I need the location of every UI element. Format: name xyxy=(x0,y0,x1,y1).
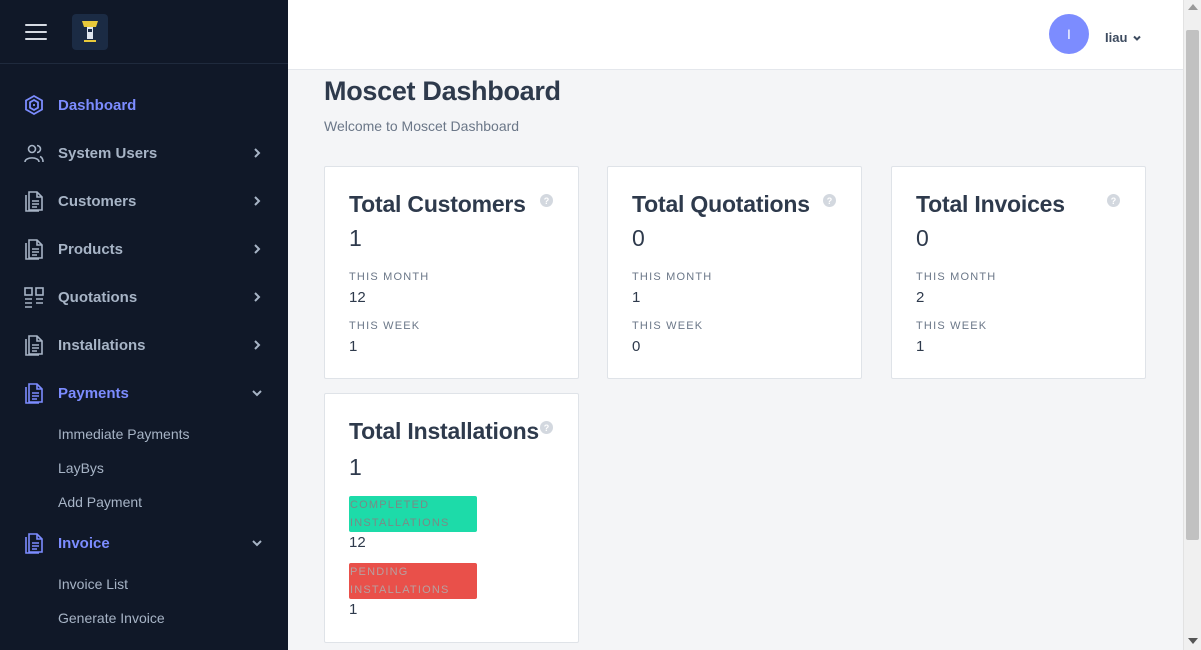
scroll-up-icon[interactable] xyxy=(1188,4,1198,10)
users-icon xyxy=(22,141,46,165)
sidebar-subitem-immediate-payments[interactable]: Immediate Payments xyxy=(0,417,288,451)
stat-card-quotations: Total Quotations ? 0 THIS MONTH 1 THIS W… xyxy=(607,166,862,379)
card-title: Total Invoices xyxy=(916,191,1065,217)
main-content: Moscet Dashboard Welcome to Moscet Dashb… xyxy=(288,70,1183,650)
help-icon[interactable]: ? xyxy=(540,194,553,207)
menu-toggle-icon[interactable] xyxy=(25,23,47,40)
card-value: 0 xyxy=(632,225,645,251)
pending-installations-badge: PENDING INSTALLATIONS xyxy=(349,563,477,599)
document-icon xyxy=(22,333,46,357)
sidebar-item-customers[interactable]: Customers xyxy=(0,177,288,225)
sidebar-item-quotations[interactable]: Quotations xyxy=(0,273,288,321)
sidebar-item-system-users[interactable]: System Users xyxy=(0,129,288,177)
username: Iiau xyxy=(1105,30,1128,45)
document-icon xyxy=(22,381,46,405)
help-icon[interactable]: ? xyxy=(540,421,553,434)
this-week-value: 0 xyxy=(632,338,641,355)
this-week-value: 1 xyxy=(349,338,358,355)
chevron-right-icon xyxy=(254,244,261,254)
chevron-right-icon xyxy=(254,196,261,206)
sidebar-item-installations[interactable]: Installations xyxy=(0,321,288,369)
sidebar-item-label: Installations xyxy=(58,336,146,354)
sidebar-subitem-add-payment[interactable]: Add Payment xyxy=(0,485,288,519)
sidebar-header xyxy=(0,0,288,64)
this-month-label: THIS MONTH xyxy=(916,271,997,283)
stat-card-invoices: Total Invoices ? 0 THIS MONTH 2 THIS WEE… xyxy=(891,166,1146,379)
document-icon xyxy=(22,531,46,555)
this-month-label: THIS MONTH xyxy=(632,271,713,283)
sidebar-nav: Dashboard System Users Customers Product… xyxy=(0,81,288,635)
page-subtitle: Welcome to Moscet Dashboard xyxy=(324,118,520,134)
help-icon[interactable]: ? xyxy=(823,194,836,207)
this-month-value: 2 xyxy=(916,289,925,306)
sidebar-item-invoice[interactable]: Invoice xyxy=(0,519,288,567)
page-title: Moscet Dashboard xyxy=(324,76,561,106)
this-month-value: 12 xyxy=(349,289,366,306)
sidebar-item-label: Dashboard xyxy=(58,96,137,114)
sidebar-item-label: Quotations xyxy=(58,288,138,306)
chevron-down-icon xyxy=(252,390,262,397)
chevron-right-icon xyxy=(254,292,261,302)
sidebar: Dashboard System Users Customers Product… xyxy=(0,0,288,650)
sidebar-item-label: Invoice xyxy=(58,534,110,552)
chevron-right-icon xyxy=(254,340,261,350)
page-scrollbar[interactable] xyxy=(1183,0,1201,650)
card-value: 1 xyxy=(349,454,362,480)
app-logo[interactable] xyxy=(72,13,108,50)
sidebar-subitem-invoice-list[interactable]: Invoice List xyxy=(0,567,288,601)
this-week-value: 1 xyxy=(916,338,925,355)
card-title: Total Customers xyxy=(349,191,526,217)
sidebar-subitem-generate-invoice[interactable]: Generate Invoice xyxy=(0,601,288,635)
sidebar-item-products[interactable]: Products xyxy=(0,225,288,273)
card-value: 0 xyxy=(916,225,929,251)
this-week-label: THIS WEEK xyxy=(632,320,704,332)
chevron-down-icon xyxy=(1133,35,1142,41)
avatar[interactable]: I xyxy=(1049,14,1089,54)
sidebar-item-label: System Users xyxy=(58,144,158,162)
this-week-label: THIS WEEK xyxy=(349,320,421,332)
sidebar-item-label: Customers xyxy=(58,192,137,210)
sidebar-item-label: Payments xyxy=(58,384,129,402)
this-month-value: 1 xyxy=(632,289,641,306)
pending-installations-value: 1 xyxy=(349,601,358,618)
document-icon xyxy=(22,237,46,261)
dashboard-icon xyxy=(22,93,46,117)
stat-card-installations: Total Installations ? 1 COMPLETED INSTAL… xyxy=(324,393,579,643)
stat-card-customers: Total Customers ? 1 THIS MONTH 12 THIS W… xyxy=(324,166,579,379)
completed-installations-badge: COMPLETED INSTALLATIONS xyxy=(349,496,477,532)
grid-icon xyxy=(22,285,46,309)
this-week-label: THIS WEEK xyxy=(916,320,988,332)
scroll-down-icon[interactable] xyxy=(1188,638,1198,644)
top-header: I Iiau xyxy=(288,0,1183,70)
card-value: 1 xyxy=(349,225,362,251)
help-icon[interactable]: ? xyxy=(1107,194,1120,207)
card-title: Total Quotations xyxy=(632,191,810,217)
card-title: Total Installations xyxy=(349,418,540,444)
sidebar-item-label: Products xyxy=(58,240,124,258)
chevron-right-icon xyxy=(254,148,261,158)
sidebar-item-payments[interactable]: Payments xyxy=(0,369,288,417)
document-icon xyxy=(22,189,46,213)
scroll-thumb[interactable] xyxy=(1186,30,1199,540)
user-menu[interactable]: Iiau xyxy=(1105,30,1142,45)
this-month-label: THIS MONTH xyxy=(349,271,430,283)
chevron-down-icon xyxy=(252,540,262,547)
completed-installations-value: 12 xyxy=(349,534,366,551)
sidebar-item-dashboard[interactable]: Dashboard xyxy=(0,81,288,129)
sidebar-subitem-laybys[interactable]: LayBys xyxy=(0,451,288,485)
